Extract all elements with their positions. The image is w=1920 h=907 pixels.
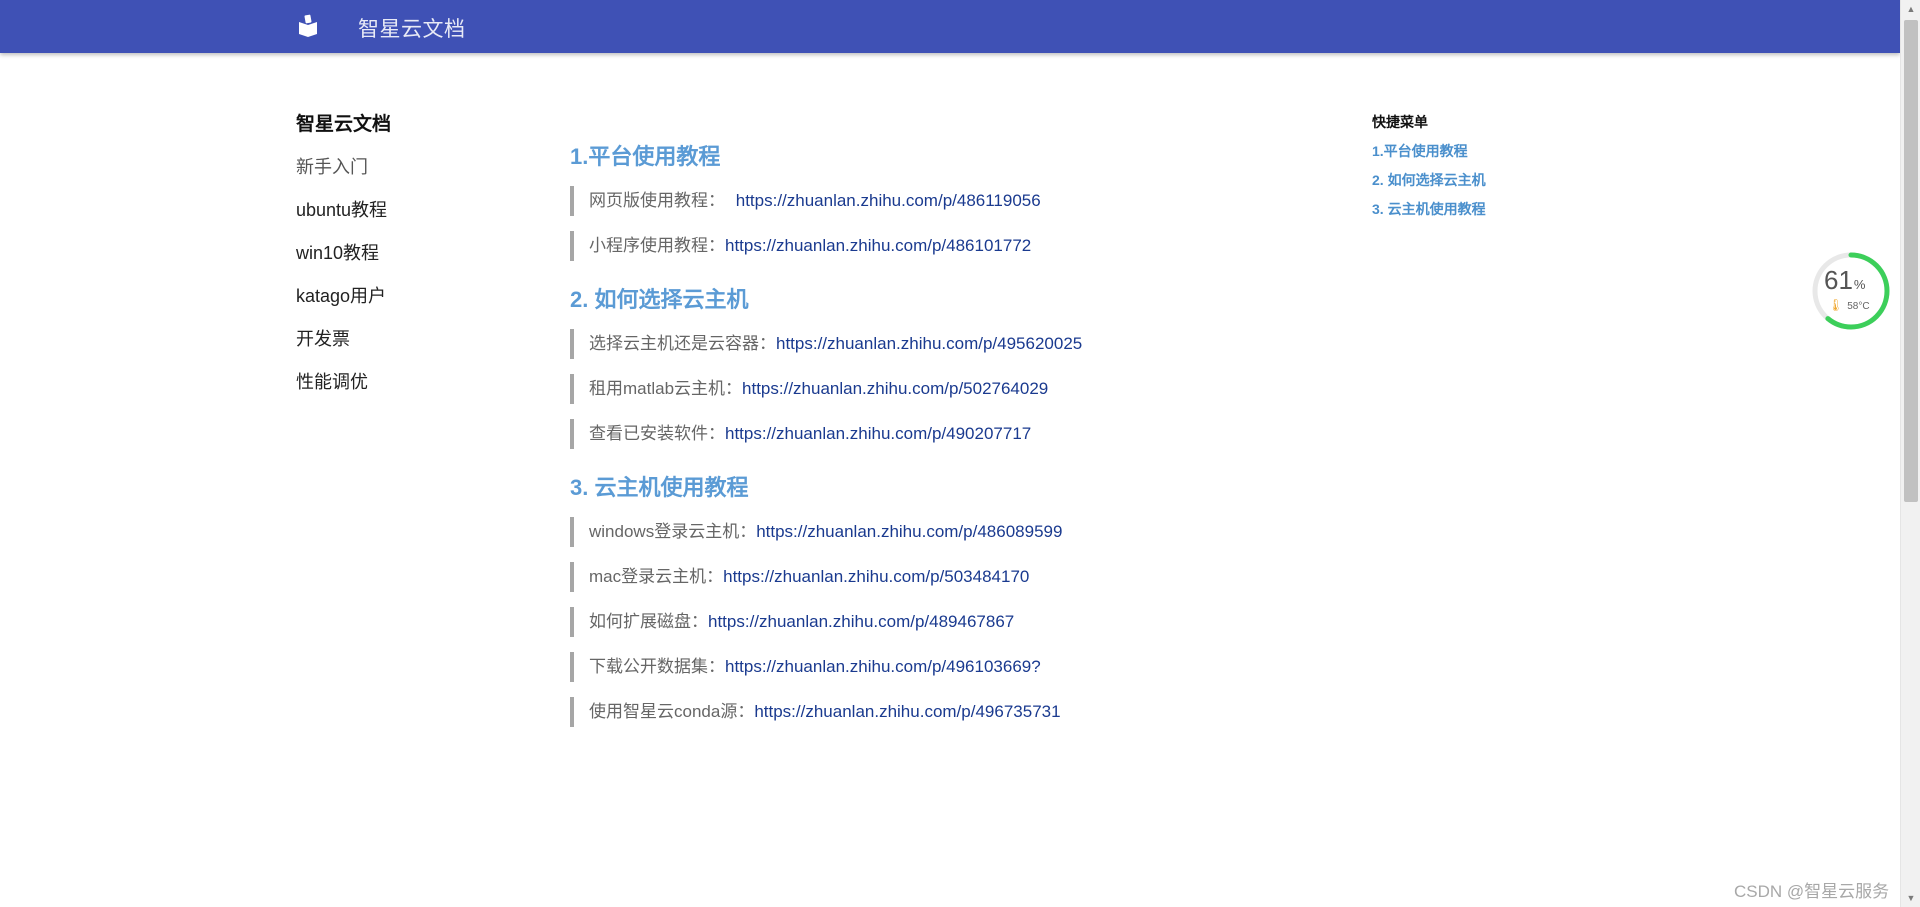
entry-link[interactable]: https://zhuanlan.zhihu.com/p/503484170 <box>723 567 1029 586</box>
sidebar-item-ubuntu[interactable]: ubuntu教程 <box>296 195 526 238</box>
list-item: 小程序使用教程：https://zhuanlan.zhihu.com/p/486… <box>570 231 1290 261</box>
entry-label: 下载公开数据集： <box>589 657 725 676</box>
list-item: 选择云主机还是云容器：https://zhuanlan.zhihu.com/p/… <box>570 329 1290 359</box>
top-app-bar: 智星云文档 <box>0 0 1900 53</box>
book-icon[interactable] <box>296 14 320 38</box>
list-item: mac登录云主机：https://zhuanlan.zhihu.com/p/50… <box>570 562 1290 592</box>
entry-label: windows登录云主机： <box>589 522 757 541</box>
scroll-down-arrow-icon[interactable]: ▼ <box>1901 889 1920 907</box>
entry-link[interactable]: https://zhuanlan.zhihu.com/p/489467867 <box>708 612 1014 631</box>
main-content: 1.平台使用教程 网页版使用教程： https://zhuanlan.zhihu… <box>570 140 1290 742</box>
entry-label: 小程序使用教程： <box>589 236 725 255</box>
entry-link[interactable]: https://zhuanlan.zhihu.com/p/495620025 <box>776 334 1082 353</box>
entry-label: mac登录云主机： <box>589 567 724 586</box>
entry-label: 如何扩展磁盘： <box>589 612 708 631</box>
scroll-up-arrow-icon[interactable]: ▲ <box>1901 0 1920 18</box>
entry-link[interactable]: https://zhuanlan.zhihu.com/p/496735731 <box>754 702 1060 721</box>
sidebar-item-invoice[interactable]: 开发票 <box>296 324 526 367</box>
section-host-usage: 3. 云主机使用教程 windows登录云主机：https://zhuanlan… <box>570 471 1290 727</box>
list-item: 网页版使用教程： https://zhuanlan.zhihu.com/p/48… <box>570 186 1290 216</box>
section-title: 1.平台使用教程 <box>570 144 721 169</box>
section-title: 2. 如何选择云主机 <box>570 287 749 312</box>
entry-link[interactable]: https://zhuanlan.zhihu.com/p/490207717 <box>725 424 1031 443</box>
quick-menu: 快捷菜单 1.平台使用教程 2. 如何选择云主机 3. 云主机使用教程 <box>1372 112 1592 228</box>
thermometer-icon: 🌡 <box>1828 298 1844 312</box>
csdn-watermark: CSDN @智星云服务 <box>1734 882 1890 901</box>
entry-label: 租用matlab云主机： <box>589 379 743 398</box>
sidebar-item-win10[interactable]: win10教程 <box>296 238 526 281</box>
scroll-thumb[interactable] <box>1904 20 1918 502</box>
section-title: 3. 云主机使用教程 <box>570 475 749 500</box>
entry-link[interactable]: https://zhuanlan.zhihu.com/p/496103669? <box>725 657 1041 676</box>
site-title[interactable]: 智星云文档 <box>358 13 466 43</box>
usage-percent: 61% <box>1824 265 1866 295</box>
page-scrollbar[interactable]: ▲ ▼ <box>1900 0 1920 907</box>
entry-label: 使用智星云conda源： <box>589 702 755 721</box>
sidebar-title[interactable]: 智星云文档 <box>296 110 526 140</box>
sidebar-item-performance[interactable]: 性能调优 <box>296 367 526 410</box>
list-item: 租用matlab云主机：https://zhuanlan.zhihu.com/p… <box>570 374 1290 404</box>
entry-label: 选择云主机还是云容器： <box>589 334 776 353</box>
entry-link[interactable]: https://zhuanlan.zhihu.com/p/486119056 <box>736 191 1041 210</box>
quick-menu-item-host-usage[interactable]: 3. 云主机使用教程 <box>1372 199 1592 219</box>
sidebar-item-katago[interactable]: katago用户 <box>296 281 526 324</box>
entry-label: 网页版使用教程： <box>589 191 725 210</box>
list-item: windows登录云主机：https://zhuanlan.zhihu.com/… <box>570 517 1290 547</box>
entry-link[interactable]: https://zhuanlan.zhihu.com/p/486101772 <box>725 236 1031 255</box>
entry-link[interactable]: https://zhuanlan.zhihu.com/p/486089599 <box>756 522 1062 541</box>
section-platform-tutorial: 1.平台使用教程 网页版使用教程： https://zhuanlan.zhihu… <box>570 140 1290 261</box>
quick-menu-item-choose-host[interactable]: 2. 如何选择云主机 <box>1372 170 1592 190</box>
quick-menu-item-platform[interactable]: 1.平台使用教程 <box>1372 141 1592 161</box>
sidebar-item-getting-started[interactable]: 新手入门 <box>296 152 526 195</box>
temperature-readout: 🌡 58°C <box>1828 298 1870 312</box>
list-item: 下载公开数据集：https://zhuanlan.zhihu.com/p/496… <box>570 652 1290 682</box>
quick-menu-title: 快捷菜单 <box>1372 114 1428 130</box>
section-choose-host: 2. 如何选择云主机 选择云主机还是云容器：https://zhuanlan.z… <box>570 283 1290 449</box>
list-item: 使用智星云conda源：https://zhuanlan.zhihu.com/p… <box>570 697 1290 727</box>
entry-label: 查看已安装软件： <box>589 424 725 443</box>
entry-link[interactable]: https://zhuanlan.zhihu.com/p/502764029 <box>742 379 1048 398</box>
sidebar-nav: 智星云文档 新手入门 ubuntu教程 win10教程 katago用户 开发票… <box>296 110 526 410</box>
performance-monitor-widget[interactable]: 61% 🌡 58°C <box>1810 250 1892 332</box>
list-item: 如何扩展磁盘：https://zhuanlan.zhihu.com/p/4894… <box>570 607 1290 637</box>
list-item: 查看已安装软件：https://zhuanlan.zhihu.com/p/490… <box>570 419 1290 449</box>
